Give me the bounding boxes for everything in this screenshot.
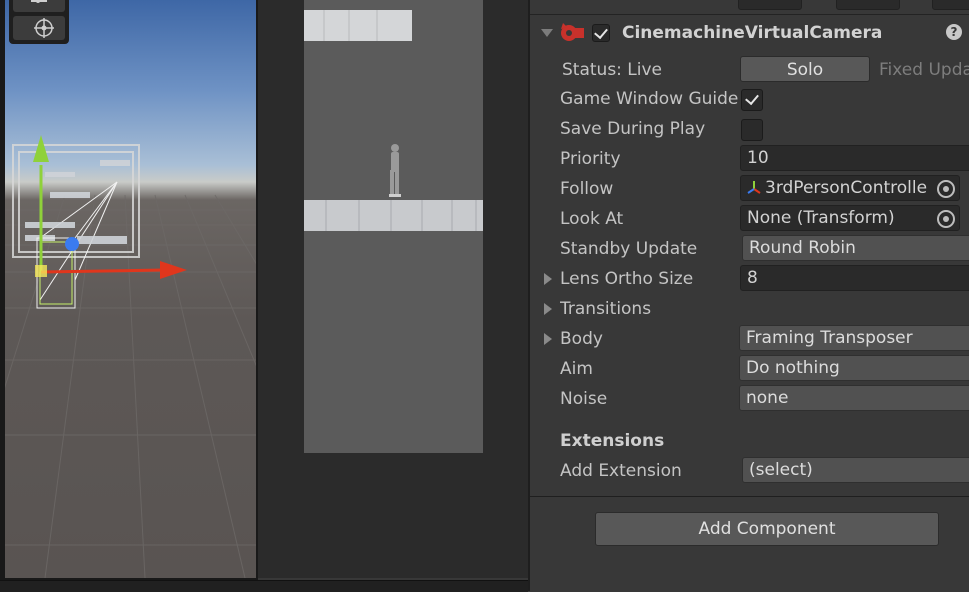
- game-view[interactable]: [304, 0, 483, 453]
- solo-button[interactable]: Solo: [740, 56, 870, 82]
- transitions-label[interactable]: Transitions: [560, 299, 651, 319]
- priority-label: Priority: [560, 149, 621, 169]
- component-foldout-icon[interactable]: [541, 29, 553, 37]
- scene-grid-and-gizmos: [5, 135, 256, 578]
- inspector-panel: CinemachineVirtualCamera ? Status: Live …: [528, 0, 969, 591]
- look-at-object-picker-icon[interactable]: [937, 210, 955, 228]
- body-foldout-icon[interactable]: [544, 333, 552, 345]
- lens-foldout-icon[interactable]: [544, 273, 552, 285]
- follow-value: 3rdPersonControlle: [765, 178, 928, 198]
- move-tool-button[interactable]: [13, 0, 65, 12]
- follow-label: Follow: [560, 179, 614, 199]
- aim-dropdown[interactable]: Do nothing: [739, 355, 969, 381]
- previous-component-fields: [530, 0, 969, 15]
- look-at-label: Look At: [560, 209, 624, 229]
- update-mode-label: Fixed Upda: [879, 60, 969, 80]
- look-at-object-field[interactable]: None (Transform): [740, 205, 960, 231]
- component-title: CinemachineVirtualCamera: [622, 23, 883, 43]
- checkmark-icon: [745, 90, 759, 106]
- add-component-button[interactable]: Add Component: [595, 512, 939, 546]
- scene-viewport[interactable]: [5, 0, 256, 578]
- lens-ortho-size-field[interactable]: 8: [740, 265, 969, 291]
- follow-object-picker-icon[interactable]: [937, 180, 955, 198]
- body-label: Body: [560, 329, 603, 349]
- standby-update-label: Standby Update: [560, 239, 698, 259]
- priority-field[interactable]: 10: [740, 145, 969, 171]
- crosshair-transform-icon: [34, 18, 54, 38]
- save-during-play-checkbox[interactable]: [741, 119, 763, 141]
- add-extension-label: Add Extension: [560, 461, 682, 481]
- cinemachine-camera-icon: [561, 23, 584, 41]
- add-extension-dropdown[interactable]: (select): [742, 457, 969, 483]
- status-label: Status: Live: [562, 60, 663, 80]
- save-during-play-label: Save During Play: [560, 119, 706, 139]
- transform-tool-button[interactable]: [13, 16, 65, 40]
- game-render: [304, 10, 483, 231]
- help-icon[interactable]: ?: [946, 24, 962, 40]
- game-window-guides-label: Game Window Guide: [560, 89, 738, 109]
- player-character: [389, 144, 401, 197]
- move-tool-icon: [31, 0, 47, 3]
- noise-label: Noise: [560, 389, 608, 409]
- extensions-heading: Extensions: [560, 431, 665, 451]
- game-window-guides-checkbox[interactable]: [741, 89, 763, 111]
- component-enabled-checkbox[interactable]: [592, 24, 610, 42]
- noise-dropdown[interactable]: none: [739, 385, 969, 411]
- transitions-foldout-icon[interactable]: [544, 303, 552, 315]
- aim-label: Aim: [560, 359, 593, 379]
- component-divider: [530, 496, 969, 497]
- scene-tool-overlay: [9, 0, 69, 44]
- scene-view[interactable]: [0, 0, 258, 580]
- component-header[interactable]: CinemachineVirtualCamera ?: [530, 18, 969, 48]
- lens-ortho-size-label: Lens Ortho Size: [560, 269, 694, 289]
- standby-update-dropdown[interactable]: Round Robin: [742, 235, 969, 261]
- bottom-status-strip: [0, 580, 528, 592]
- follow-object-field[interactable]: 3rdPersonControlle: [740, 175, 960, 201]
- transform-icon: [747, 181, 761, 194]
- checkmark-icon: [594, 24, 608, 40]
- body-dropdown[interactable]: Framing Transposer: [739, 325, 969, 351]
